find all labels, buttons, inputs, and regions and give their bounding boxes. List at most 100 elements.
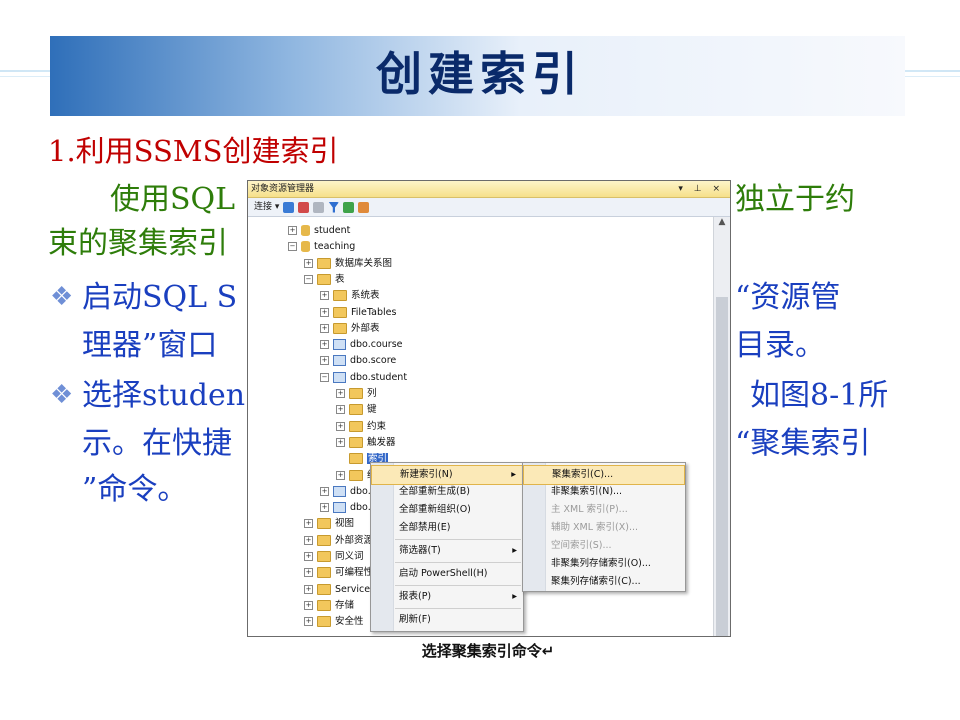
menu-item[interactable]: 报表(P) ▸: [371, 588, 523, 606]
tree-node[interactable]: + 视图: [304, 516, 354, 532]
expand-icon[interactable]: +: [304, 617, 313, 627]
tree-node[interactable]: + 存储: [304, 598, 354, 614]
tree-node[interactable]: + 触发器: [336, 435, 396, 451]
tree-node[interactable]: + student: [288, 223, 350, 239]
menu-item: 主 XML 索引(P)...: [523, 501, 685, 519]
expand-icon[interactable]: +: [304, 584, 313, 594]
menu-item-label: 全部重新组织(O): [399, 504, 471, 515]
database-icon: [301, 225, 310, 236]
table-icon: [333, 485, 346, 497]
expand-icon[interactable]: +: [304, 535, 313, 545]
menu-item[interactable]: 刷新(F): [371, 611, 523, 629]
expand-icon[interactable]: +: [304, 552, 313, 561]
expand-icon[interactable]: +: [320, 291, 329, 301]
new-index-submenu: 聚集索引(C)... 非聚集索引(N)... 主 XML 索引(P)... 辅助 XM…: [522, 462, 686, 592]
tree-node[interactable]: + dbo.score: [320, 353, 396, 369]
tree-node[interactable]: − teaching: [288, 239, 355, 255]
expand-icon[interactable]: +: [336, 405, 345, 415]
expand-icon[interactable]: +: [288, 226, 297, 235]
tree-node[interactable]: + dbo.: [320, 500, 371, 516]
menu-item[interactable]: 非聚集列存储索引(O)...: [523, 555, 685, 573]
tree-node[interactable]: + Service: [304, 582, 370, 598]
menu-item[interactable]: 筛选器(T) ▸: [371, 542, 523, 560]
tree-node[interactable]: + 系统表: [320, 288, 380, 304]
bullet-diamond-icon: ❖: [50, 282, 74, 312]
expand-icon[interactable]: +: [336, 421, 345, 431]
expand-icon[interactable]: +: [304, 600, 313, 610]
filter-icon[interactable]: [328, 201, 340, 213]
stop-icon[interactable]: [313, 201, 325, 213]
menu-item-label: 新建索引(N): [400, 469, 453, 480]
tree-node[interactable]: + 同义词: [304, 549, 364, 565]
menu-item-label: 聚集索引(C)...: [552, 469, 614, 480]
tree-node[interactable]: + 列: [336, 386, 377, 402]
tree-node-label: 触发器: [367, 436, 396, 448]
folder-icon: [349, 420, 363, 432]
expand-icon[interactable]: +: [336, 389, 345, 398]
tree-node[interactable]: − dbo.student: [320, 370, 407, 386]
tree-node[interactable]: + 外部资源: [304, 533, 373, 549]
explorer-title: 对象资源管理器: [251, 184, 315, 194]
menu-item[interactable]: 聚集列存储索引(C)...: [523, 573, 685, 591]
tree-node[interactable]: + dbo.course: [320, 337, 402, 353]
expand-icon[interactable]: +: [320, 503, 329, 513]
expand-icon[interactable]: +: [304, 568, 313, 578]
connect-button[interactable]: 连接 ▾: [254, 198, 279, 216]
tree-node[interactable]: + dbo.: [320, 484, 371, 500]
tree-node[interactable]: + 数据库关系图: [304, 256, 392, 272]
menu-item[interactable]: 启动 PowerShell(H): [371, 565, 523, 583]
activity-monitor-icon[interactable]: [358, 201, 370, 213]
tree-node-label: dbo.course: [350, 339, 403, 351]
tree-node[interactable]: + 外部表: [320, 321, 380, 337]
collapse-icon[interactable]: −: [304, 274, 313, 284]
tree-node[interactable]: + 键: [336, 402, 377, 418]
tree-node-label: 视图: [335, 518, 355, 530]
table-icon: [333, 339, 346, 351]
collapse-icon[interactable]: −: [320, 372, 329, 382]
expand-icon[interactable]: +: [336, 437, 345, 447]
scroll-up-icon[interactable]: ▲: [714, 217, 730, 227]
table-icon: [333, 355, 346, 367]
expand-icon[interactable]: +: [320, 356, 329, 366]
explorer-title-controls[interactable]: ▾ ⊥ ×: [678, 181, 724, 197]
tree-node-label: dbo.student: [350, 371, 408, 383]
folder-icon: [333, 290, 347, 302]
bullet1-line2-right: 目录。: [735, 328, 825, 363]
tree-node[interactable]: + FileTables: [320, 305, 396, 321]
expand-icon[interactable]: +: [320, 307, 329, 317]
menu-item[interactable]: 全部重新组织(O): [371, 501, 523, 519]
submenu-arrow-icon: ▸: [511, 469, 516, 480]
menu-separator: [395, 562, 521, 563]
menu-item: 辅助 XML 索引(X)...: [523, 519, 685, 537]
tree-node-label: dbo.: [350, 502, 371, 514]
expand-icon[interactable]: +: [304, 258, 313, 268]
tree-node[interactable]: + 可编程性: [304, 565, 373, 581]
table-icon: [333, 371, 346, 383]
menu-item[interactable]: 新建索引(N) ▸: [371, 465, 523, 485]
expand-icon[interactable]: +: [320, 323, 329, 333]
bullet2-line1-left: 选择studen: [82, 378, 246, 413]
expand-icon[interactable]: +: [320, 486, 329, 496]
refresh-icon[interactable]: [343, 201, 355, 213]
expand-icon[interactable]: +: [320, 340, 329, 350]
tree-node[interactable]: + 约束: [336, 419, 386, 435]
folder-icon: [317, 551, 331, 562]
menu-item-label: 辅助 XML 索引(X)...: [551, 522, 639, 533]
disconnect-icon[interactable]: [298, 201, 310, 213]
expand-icon[interactable]: +: [336, 470, 345, 480]
folder-icon: [349, 404, 363, 416]
expand-icon[interactable]: +: [304, 519, 313, 529]
menu-item[interactable]: 全部重新生成(B): [371, 483, 523, 501]
tree-node-label: 表: [335, 273, 345, 285]
folder-icon: [349, 469, 363, 481]
menu-item[interactable]: 非聚集索引(N)...: [523, 483, 685, 501]
tree-node[interactable]: − 表: [304, 272, 345, 288]
connect-icon[interactable]: [283, 201, 295, 213]
folder-icon: [317, 273, 331, 285]
tree-node[interactable]: + 安全性: [304, 614, 364, 630]
menu-item[interactable]: 全部禁用(E): [371, 519, 523, 537]
scroll-thumb[interactable]: [716, 297, 728, 636]
explorer-scrollbar[interactable]: ▲: [713, 217, 730, 636]
collapse-icon[interactable]: −: [288, 242, 297, 252]
menu-item[interactable]: 聚集索引(C)...: [523, 465, 685, 485]
